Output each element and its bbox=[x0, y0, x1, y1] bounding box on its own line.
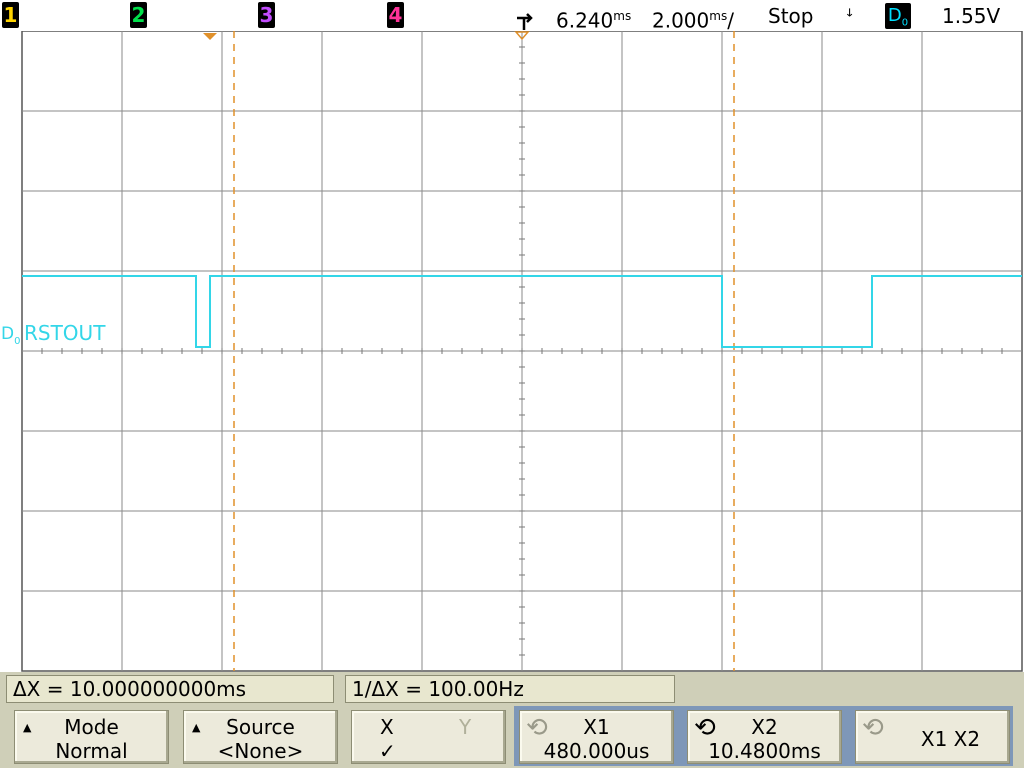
source-label: Source bbox=[226, 715, 295, 739]
x-option: X bbox=[380, 715, 394, 739]
softkey-bar: ▲ Mode Normal ▲ Source <None> X Y ✓ ⟲ X1… bbox=[0, 704, 1024, 768]
position-markers bbox=[203, 31, 530, 41]
trigger-point-marker bbox=[203, 33, 217, 40]
scope-display[interactable]: D0 RSTOUT bbox=[0, 31, 1024, 672]
channel-2-label: 2 bbox=[131, 3, 146, 27]
timebase-suffix: / bbox=[727, 8, 734, 33]
source-softkey[interactable]: ▲ Source <None> bbox=[183, 710, 338, 764]
x1x2-softkey[interactable]: ⟲ X1 X2 bbox=[855, 710, 1010, 764]
x2-softkey[interactable]: ⟲ X2 10.4800ms bbox=[687, 710, 842, 764]
trigger-level[interactable]: 1.55V bbox=[942, 3, 1000, 29]
mode-value: Normal bbox=[55, 739, 128, 763]
timebase-value: 2.000 bbox=[652, 8, 710, 33]
horizontal-delay[interactable]: 6.240ms bbox=[556, 3, 631, 34]
inverse-delta-x-readout: 1/ΔX = 100.00Hz bbox=[345, 675, 675, 703]
x1x2-label: X1 X2 bbox=[920, 727, 981, 751]
x2-value: 10.4800ms bbox=[708, 739, 821, 763]
trigger-source-sub: 0 bbox=[901, 17, 909, 29]
delay-value: 6.240 bbox=[556, 8, 614, 33]
channel-2-indicator[interactable]: 2 bbox=[130, 2, 147, 28]
trigger-source-label: D bbox=[887, 5, 902, 26]
channel-3-label: 3 bbox=[259, 3, 274, 27]
timebase-unit: ms bbox=[709, 9, 728, 23]
channel-3-indicator[interactable]: 3 bbox=[258, 2, 275, 28]
x2-label: X2 bbox=[751, 715, 778, 739]
trigger-slope-icon[interactable]: ꜜ bbox=[846, 3, 853, 29]
run-state[interactable]: Stop bbox=[768, 3, 813, 29]
delay-unit: ms bbox=[613, 9, 632, 23]
entry-knob-icon: ⟲ bbox=[862, 713, 884, 743]
source-value: <None> bbox=[217, 739, 304, 763]
trigger-position-icon bbox=[517, 13, 533, 30]
channel-4-indicator[interactable]: 4 bbox=[387, 2, 404, 28]
x1-value: 480.000us bbox=[543, 739, 650, 763]
status-bar: 1 2 3 4 6.240ms 2.000ms/ Stop ꜜ D0 1.55V bbox=[0, 0, 1024, 34]
trigger-source[interactable]: D0 bbox=[885, 3, 911, 29]
mode-label: Mode bbox=[64, 715, 119, 739]
channel-4-label: 4 bbox=[388, 3, 403, 27]
y-option: Y bbox=[459, 715, 472, 739]
x-selected-check-icon: ✓ bbox=[379, 739, 396, 763]
trace-name-label: RSTOUT bbox=[24, 321, 106, 345]
trace-channel-label: D0 bbox=[1, 324, 20, 347]
x1-softkey[interactable]: ⟲ X1 480.000us bbox=[519, 710, 674, 764]
measurement-bar: ΔX = 10.000000000ms 1/ΔX = 100.00Hz bbox=[0, 672, 1024, 704]
xy-softkey[interactable]: X Y ✓ bbox=[351, 710, 506, 764]
x1-label: X1 bbox=[583, 715, 610, 739]
delta-x-readout: ΔX = 10.000000000ms bbox=[6, 675, 334, 703]
channel-1-indicator[interactable]: 1 bbox=[2, 2, 19, 28]
channel-1-label: 1 bbox=[3, 3, 18, 27]
mode-softkey[interactable]: ▲ Mode Normal bbox=[14, 710, 169, 764]
timebase[interactable]: 2.000ms/ bbox=[652, 3, 734, 34]
